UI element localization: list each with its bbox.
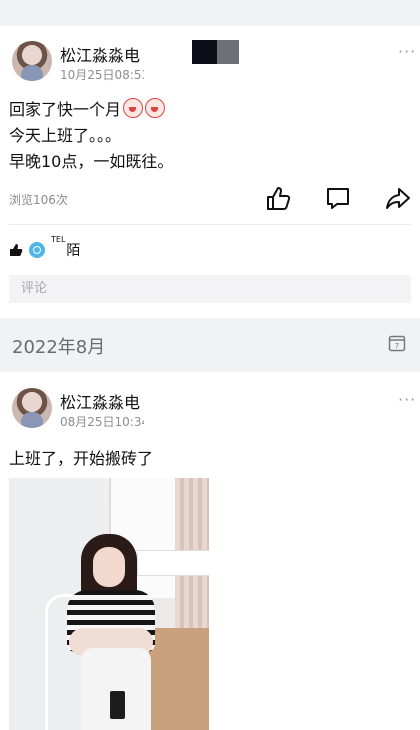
photo-desk	[137, 550, 209, 576]
comment-input[interactable]: 评论	[9, 275, 411, 303]
top-strip	[0, 0, 420, 26]
share-icon[interactable]	[384, 184, 412, 212]
post-text-line: 早晚10点，一如既往。	[9, 152, 174, 171]
post-time: 10月25日08:53	[60, 68, 150, 82]
redaction-block	[144, 382, 184, 428]
avatar[interactable]	[12, 41, 52, 81]
liker-avatar-icon[interactable]	[29, 242, 45, 258]
calendar-icon[interactable]: 7	[388, 334, 406, 352]
post-text-line: 今天上班了。。。	[9, 126, 122, 145]
post-photo[interactable]	[9, 478, 209, 730]
photo-phone	[110, 691, 125, 719]
photo-face	[93, 547, 125, 587]
redaction-gray	[217, 40, 239, 64]
more-icon[interactable]: ···	[398, 390, 416, 409]
author-name[interactable]: 松江淼淼电	[60, 389, 140, 413]
more-icon[interactable]: ···	[398, 42, 416, 61]
view-count: 浏览106次	[9, 193, 68, 207]
avatar[interactable]	[12, 388, 52, 428]
author-name[interactable]: 松江淼淼电	[60, 42, 140, 66]
like-small-icon	[10, 244, 23, 256]
divider	[9, 224, 411, 225]
post-text: 上班了，开始搬砖了	[9, 449, 154, 468]
comment-icon[interactable]	[324, 184, 352, 212]
redaction-dark	[192, 40, 217, 64]
month-header: 2022年8月	[12, 337, 106, 358]
likes-row: TEL陌	[9, 235, 81, 260]
svg-text:7: 7	[395, 342, 399, 350]
post-time: 08月25日10:34	[60, 415, 150, 429]
redaction-block	[144, 36, 184, 82]
like-icon[interactable]	[264, 184, 292, 212]
liker-name[interactable]: TEL陌	[51, 235, 81, 260]
tongue-emoji-icon	[145, 98, 166, 118]
post-text: 回家了快一个月 今天上班了。。。 早晚10点，一如既往。	[9, 97, 173, 175]
tongue-emoji-icon	[123, 98, 144, 118]
liker-name-text: 陌	[66, 243, 81, 259]
post-text-line: 回家了快一个月	[9, 100, 122, 119]
